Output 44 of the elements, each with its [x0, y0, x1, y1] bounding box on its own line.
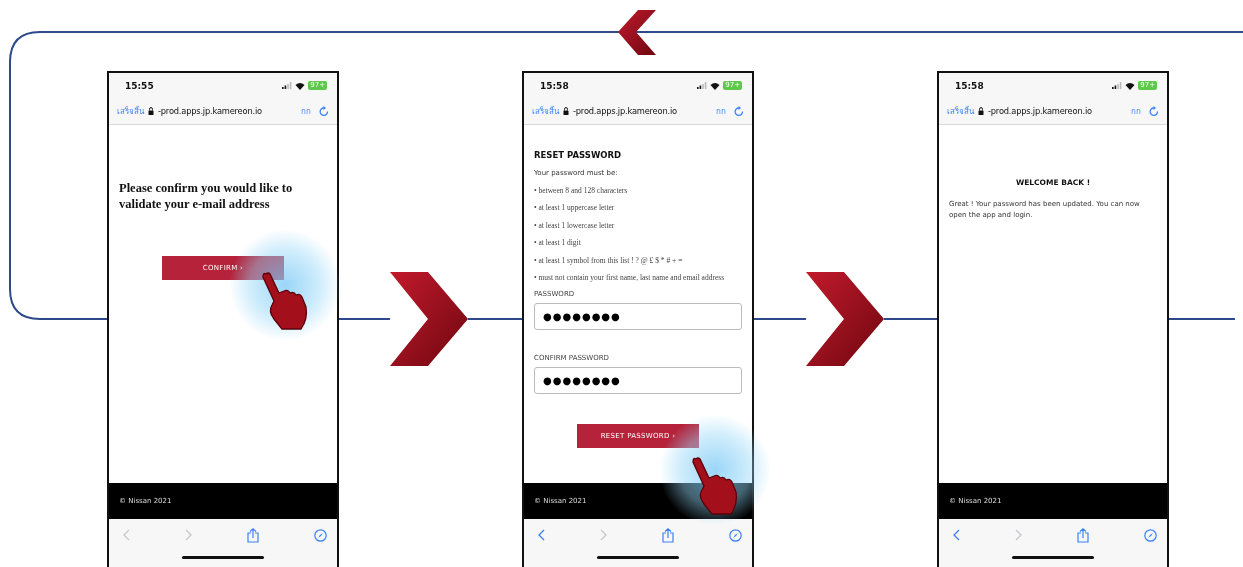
url-address[interactable]: -prod.apps.jp.kamereon.io [158, 106, 297, 116]
wifi-icon [295, 81, 306, 90]
share-icon[interactable] [1077, 527, 1089, 543]
text-size-button[interactable]: กก [716, 104, 726, 118]
wifi-icon [1125, 81, 1136, 90]
compass-icon[interactable] [1144, 528, 1157, 542]
connector-line [467, 318, 523, 320]
reload-icon[interactable] [1149, 105, 1159, 117]
signal-icon [697, 82, 708, 89]
page-title: RESET PASSWORD [534, 150, 623, 160]
text-size-button[interactable]: กก [301, 104, 311, 118]
back-icon[interactable] [953, 529, 960, 541]
text-size-button[interactable]: กก [1131, 104, 1141, 118]
connector-line [753, 318, 807, 320]
done-link[interactable]: เสร็จสิ้น [532, 104, 559, 118]
connector-line [338, 318, 391, 320]
share-icon[interactable] [662, 527, 674, 543]
wifi-icon [710, 81, 721, 90]
reload-icon[interactable] [734, 105, 744, 117]
connector-line [883, 318, 938, 320]
done-link[interactable]: เสร็จสิ้น [947, 104, 974, 118]
lock-icon [978, 107, 984, 115]
password-field[interactable]: ●●●●●●●● [534, 303, 742, 330]
back-icon[interactable] [538, 529, 545, 541]
share-icon[interactable] [247, 527, 259, 543]
lock-icon [148, 107, 154, 115]
hand-icon [691, 456, 739, 516]
status-time: 15:58 [540, 80, 569, 91]
compass-icon[interactable] [314, 528, 327, 542]
confirm-heading: Please confirm you would like to validate your e-mail address [119, 180, 294, 212]
compass-icon[interactable] [729, 528, 742, 542]
password-field[interactable]: ●●●●●●●● [534, 367, 742, 394]
back-chevron-arrow [618, 10, 656, 55]
status-time: 15:55 [125, 80, 154, 91]
url-address[interactable]: -prod.apps.jp.kamereon.io [988, 106, 1127, 116]
connector-line [1168, 318, 1236, 320]
done-link[interactable]: เสร็จสิ้น [117, 104, 144, 118]
signal-icon [1112, 82, 1123, 89]
status-time: 15:58 [955, 80, 984, 91]
lock-icon [563, 107, 569, 115]
signal-icon [282, 82, 293, 89]
url-address[interactable]: -prod.apps.jp.kamereon.io [573, 106, 712, 116]
hand-icon [261, 271, 309, 331]
reload-icon[interactable] [319, 105, 329, 117]
